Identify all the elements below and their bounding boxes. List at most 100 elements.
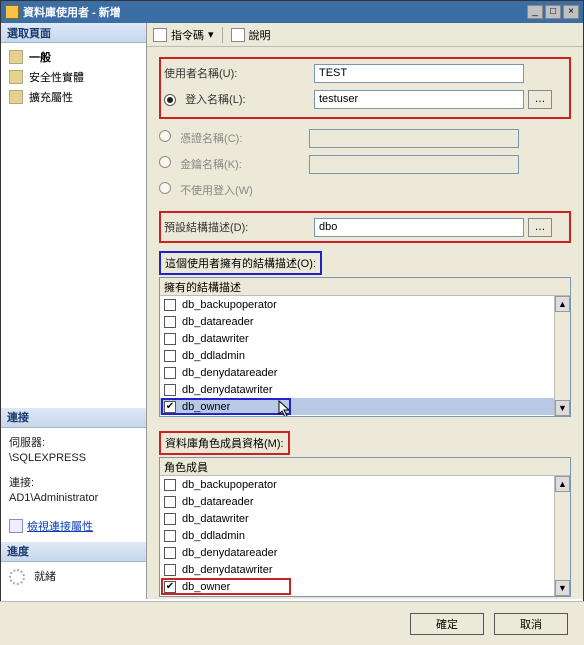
- server-value: \SQLEXPRESS: [9, 452, 138, 464]
- list-item[interactable]: db_denydatareader: [160, 544, 570, 561]
- scroll-down-icon[interactable]: ▼: [555, 580, 570, 596]
- minimize-button[interactable]: _: [527, 5, 543, 19]
- list-item-label: db_owner: [182, 401, 230, 413]
- progress-value: 就緒: [34, 571, 56, 583]
- scroll-down-icon[interactable]: ▼: [555, 400, 570, 416]
- list-item-label: db_datawriter: [182, 333, 249, 345]
- cert-radio-row: 憑證名稱(C):: [159, 130, 309, 146]
- cancel-label: 取消: [520, 616, 542, 632]
- connection-info: 伺服器: \SQLEXPRESS 連接: AD1\Administrator 檢…: [1, 428, 146, 542]
- checkbox[interactable]: [164, 530, 176, 542]
- roles-list: 角色成員 db_backupoperatordb_datareader db_da…: [159, 457, 571, 597]
- main-split: 選取頁面 一般 安全性實體 擴充屬性 連接 伺服器: \SQLEXPRESS 連…: [1, 23, 583, 599]
- list-item-label: db_backupoperator: [182, 299, 277, 311]
- help-button[interactable]: 說明: [231, 27, 271, 43]
- list-item-label: db_denydatawriter: [182, 564, 273, 576]
- checkbox[interactable]: [164, 367, 176, 379]
- list-item[interactable]: db_datareader: [160, 313, 570, 330]
- view-connection-link[interactable]: 檢視連接屬性: [9, 518, 138, 534]
- cert-radio: [159, 130, 171, 142]
- login-browse-button[interactable]: …: [528, 90, 552, 109]
- progress-body: 就緒: [1, 562, 146, 591]
- help-icon: [231, 28, 245, 42]
- dropdown-icon: ▾: [208, 28, 214, 41]
- nologin-radio-row: 不使用登入(W): [159, 182, 309, 198]
- toolbar-separator: [222, 27, 223, 43]
- checkbox[interactable]: [164, 547, 176, 559]
- list-item[interactable]: db_securityadmin: [160, 595, 570, 597]
- view-connection-label: 檢視連接屬性: [27, 518, 93, 534]
- checkbox[interactable]: [164, 384, 176, 396]
- list-item[interactable]: db_backupoperator: [160, 476, 570, 493]
- close-button[interactable]: ×: [563, 5, 579, 19]
- ok-button[interactable]: 確定: [410, 613, 484, 635]
- checkbox[interactable]: [164, 401, 176, 413]
- checkbox[interactable]: [164, 513, 176, 525]
- list-item[interactable]: db_ddladmin: [160, 527, 570, 544]
- scrollbar[interactable]: ▲ ▼: [554, 296, 570, 416]
- defschema-input[interactable]: [314, 218, 524, 237]
- username-input[interactable]: [314, 64, 524, 83]
- left-item-securables[interactable]: 安全性實體: [1, 67, 146, 87]
- page-icon: [9, 90, 23, 104]
- server-label: 伺服器:: [9, 434, 138, 450]
- right-pane: 指令碼 ▾ 說明 使用者名稱(U): 登入名稱(L):: [147, 23, 583, 599]
- checkbox[interactable]: [164, 299, 176, 311]
- left-item-label: 擴充屬性: [29, 89, 73, 105]
- scroll-up-icon[interactable]: ▲: [555, 296, 570, 312]
- left-page-list: 一般 安全性實體 擴充屬性: [1, 43, 146, 111]
- checkbox[interactable]: [164, 496, 176, 508]
- checkbox[interactable]: [164, 581, 176, 593]
- list-item[interactable]: db_denydatareader: [160, 364, 570, 381]
- page-icon: [9, 70, 23, 84]
- form-area: 使用者名稱(U): 登入名稱(L): … 憑證名稱(C):: [147, 47, 583, 603]
- roles-header: 角色成員: [160, 458, 570, 476]
- key-label: 金鑰名稱(K):: [180, 159, 242, 171]
- app-icon: [5, 5, 19, 19]
- list-item[interactable]: db_datawriter: [160, 510, 570, 527]
- left-header-select: 選取頁面: [1, 23, 146, 43]
- scrollbar[interactable]: ▲ ▼: [554, 476, 570, 596]
- key-radio-row: 金鑰名稱(K):: [159, 156, 309, 172]
- list-item[interactable]: db_ddladmin: [160, 347, 570, 364]
- script-button[interactable]: 指令碼 ▾: [153, 27, 214, 43]
- checkbox[interactable]: [164, 479, 176, 491]
- checkbox[interactable]: [164, 316, 176, 328]
- owned-schemas-label: 這個使用者擁有的結構描述(O):: [159, 251, 322, 275]
- list-item[interactable]: db_owner: [160, 398, 570, 415]
- list-item-label: db_datawriter: [182, 513, 249, 525]
- key-input: [309, 155, 519, 174]
- maximize-button[interactable]: □: [545, 5, 561, 19]
- nologin-label: 不使用登入(W): [180, 185, 253, 197]
- list-item[interactable]: db_owner: [160, 578, 570, 595]
- login-input[interactable]: [314, 90, 524, 109]
- nologin-radio: [159, 182, 171, 194]
- defschema-browse-button[interactable]: …: [528, 218, 552, 237]
- cancel-button[interactable]: 取消: [494, 613, 568, 635]
- toolbar: 指令碼 ▾ 說明: [147, 23, 583, 47]
- login-label: 登入名稱(L):: [185, 94, 246, 106]
- conn-label: 連接:: [9, 474, 138, 490]
- cert-label: 憑證名稱(C):: [180, 133, 242, 145]
- list-item[interactable]: db_denydatawriter: [160, 561, 570, 578]
- checkbox[interactable]: [164, 564, 176, 576]
- dialog-footer: 確定 取消: [0, 601, 584, 645]
- key-radio: [159, 156, 171, 168]
- checkbox[interactable]: [164, 333, 176, 345]
- list-item[interactable]: db_datawriter: [160, 330, 570, 347]
- checkbox[interactable]: [164, 350, 176, 362]
- list-item[interactable]: db_datareader: [160, 493, 570, 510]
- list-item[interactable]: db_backupoperator: [160, 296, 570, 313]
- left-item-label: 安全性實體: [29, 69, 84, 85]
- left-item-extended[interactable]: 擴充屬性: [1, 87, 146, 107]
- owned-schemas-list: 擁有的結構描述 db_backupoperatordb_datareaderdb…: [159, 277, 571, 417]
- list-item[interactable]: db_denydatawriter: [160, 381, 570, 398]
- list-item-label: db_denydatareader: [182, 547, 277, 559]
- left-pane: 選取頁面 一般 安全性實體 擴充屬性 連接 伺服器: \SQLEXPRESS 連…: [1, 23, 147, 599]
- left-item-general[interactable]: 一般: [1, 47, 146, 67]
- login-radio[interactable]: [164, 94, 176, 106]
- script-label: 指令碼: [171, 27, 204, 43]
- scroll-up-icon[interactable]: ▲: [555, 476, 570, 492]
- list-item[interactable]: db_securityadmin: [160, 415, 570, 417]
- username-label: 使用者名稱(U):: [164, 65, 314, 81]
